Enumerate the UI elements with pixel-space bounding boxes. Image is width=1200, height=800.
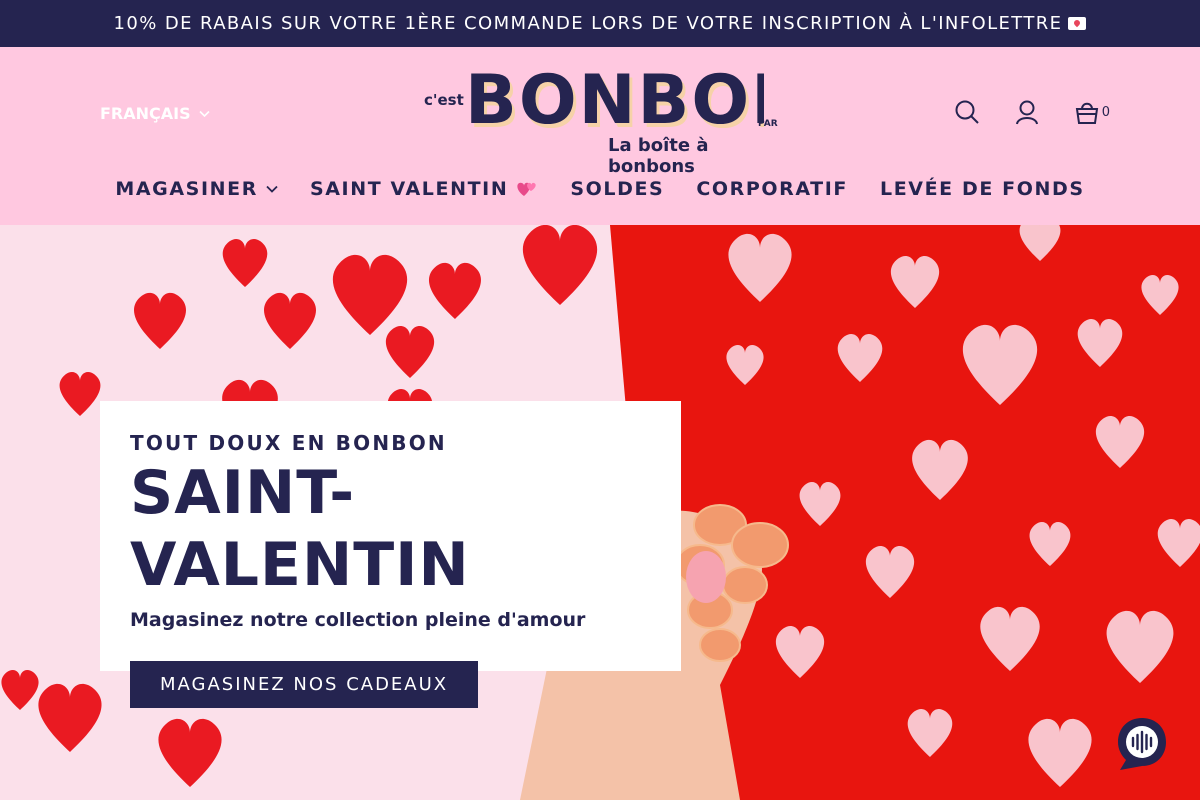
logo-wordmark: BONBON BONBON [465, 65, 764, 137]
hero-kicker: TOUT DOUX EN BONBON [130, 431, 447, 455]
nav-label: MAGASINER [115, 178, 258, 200]
site-header: FRANÇAIS c'est BONBON BONBON PAR La boît… [0, 47, 1200, 225]
nav-label: SOLDES [570, 178, 665, 200]
nav-item-magasiner[interactable]: MAGASINER [115, 178, 278, 200]
nav-item-corporatif[interactable]: CORPORATIF [696, 178, 848, 200]
nav-label: LEVÉE DE FONDS [879, 178, 1085, 200]
logo-tagline: La boîte à bonbons [608, 135, 709, 177]
nav-item-levee-de-fonds[interactable]: LEVÉE DE FONDS [880, 178, 1085, 200]
nav-label: CORPORATIF [696, 178, 848, 200]
announcement-bar: 10% DE RABAIS SUR VOTRE 1ÈRE COMMANDE LO… [0, 0, 1200, 47]
nav-item-saint-valentin[interactable]: SAINT VALENTIN [310, 178, 538, 200]
logo-suffix: PAR [758, 119, 778, 129]
nav-item-soldes[interactable]: SOLDES [570, 178, 664, 200]
cart-count: 0 [1101, 104, 1110, 120]
hero-subtitle: Magasinez notre collection pleine d'amou… [130, 609, 586, 631]
hero-title: SAINT-VALENTIN [130, 458, 470, 600]
chevron-down-icon [199, 110, 210, 117]
chat-widget-icon[interactable] [1116, 716, 1168, 770]
header-icons: 0 [954, 99, 1110, 125]
shop-gifts-button[interactable]: MAGASINEZ NOS CADEAUX [130, 661, 479, 708]
logo-brand-text: BONBON [465, 65, 764, 137]
language-label: FRANÇAIS [100, 104, 191, 123]
hero-banner: TOUT DOUX EN BONBON SAINT-VALENTIN Magas… [0, 225, 1200, 800]
account-icon[interactable] [1014, 99, 1040, 125]
announcement-text: 10% DE RABAIS SUR VOTRE 1ÈRE COMMANDE LO… [113, 13, 1063, 34]
search-icon[interactable] [954, 99, 980, 125]
nav-label: SAINT VALENTIN [309, 178, 509, 200]
two-hearts-icon [517, 182, 537, 196]
cart-button[interactable]: 0 [1074, 99, 1110, 125]
site-logo[interactable]: c'est BONBON BONBON PAR La boîte à bonbo… [420, 65, 780, 177]
main-nav: MAGASINER SAINT VALENTIN SOLDES CORPORAT… [0, 178, 1200, 200]
logo-prefix: c'est [424, 91, 464, 109]
language-selector[interactable]: FRANÇAIS [100, 104, 210, 123]
love-letter-icon [1068, 17, 1087, 30]
cart-icon [1075, 102, 1098, 124]
chevron-down-icon [266, 185, 278, 193]
hero-card: TOUT DOUX EN BONBON SAINT-VALENTIN Magas… [100, 401, 681, 708]
